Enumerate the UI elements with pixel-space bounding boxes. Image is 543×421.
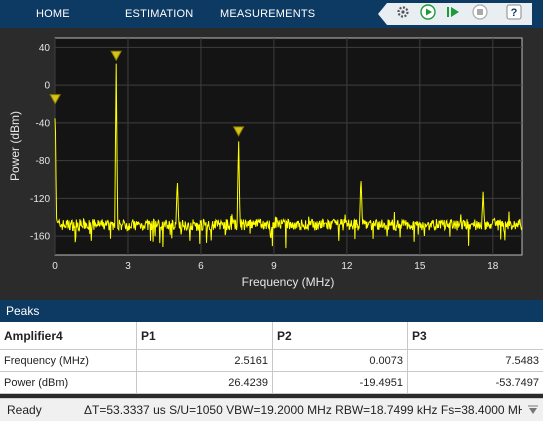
peaks-title: Peaks — [6, 304, 40, 318]
y-axis-label: Power (dBm) — [8, 111, 22, 181]
y-tick-label: -40 — [36, 118, 51, 129]
x-tick-label: 6 — [198, 261, 204, 272]
row-label: Frequency (MHz) — [0, 350, 137, 372]
x-tick-label: 12 — [341, 261, 353, 272]
x-tick-label: 3 — [125, 261, 131, 272]
y-tick-label: 0 — [44, 81, 50, 92]
spectrum-chart: 0 3 6 9 12 15 18 40 0 -40 -80 -120 -160 Frequency (M… — [8, 37, 523, 289]
tab-measurements[interactable]: MEASUREMENTS — [220, 0, 315, 28]
y-tick-label: -120 — [30, 194, 50, 205]
help-icon[interactable]: ? — [506, 4, 522, 20]
table-cell: -53.7497 — [408, 372, 543, 394]
table-cell: 26.4239 — [137, 372, 273, 394]
x-axis-label: Frequency (MHz) — [242, 275, 335, 289]
column-header: P3 — [408, 322, 543, 350]
table-cell: 0.0073 — [273, 350, 408, 372]
status-ready: Ready — [7, 403, 42, 417]
y-tick-label: 40 — [39, 43, 51, 54]
stop-icon[interactable] — [472, 4, 488, 20]
tab-home[interactable]: HOME — [36, 0, 70, 28]
status-bar: Ready ΔT=53.3337 us S/U=1050 VBW=19.2000… — [0, 398, 543, 421]
x-tick-label: 15 — [414, 261, 426, 272]
y-tick-label: -160 — [30, 232, 50, 243]
table-cell: 2.5161 — [137, 350, 273, 372]
peaks-table: Amplifier4 P1 P2 P3 Frequency (MHz) 2.51… — [0, 322, 543, 394]
peaks-panel-header: Peaks — [0, 300, 543, 322]
chevron-down-icon[interactable] — [527, 405, 539, 415]
tab-estimation[interactable]: ESTIMATION — [125, 0, 193, 28]
y-tick-label: -80 — [36, 156, 51, 167]
toolstrip: HOME ESTIMATION MEASUREMENTS ? — [0, 0, 543, 28]
column-header: P1 — [137, 322, 273, 350]
x-tick-label: 18 — [487, 261, 499, 272]
column-header: Amplifier4 — [0, 322, 137, 350]
status-info: ΔT=53.3337 us S/U=1050 VBW=19.2000 MHz R… — [84, 403, 522, 417]
run-icon[interactable] — [420, 4, 436, 20]
x-tick-label: 0 — [52, 261, 58, 272]
column-header: P2 — [273, 322, 408, 350]
row-label: Power (dBm) — [0, 372, 137, 394]
x-tick-label: 9 — [271, 261, 277, 272]
step-forward-icon[interactable] — [445, 4, 461, 20]
table-cell: -19.4951 — [273, 372, 408, 394]
spectrum-plot[interactable]: 0 3 6 9 12 15 18 40 0 -40 -80 -120 -160 Frequency (M… — [0, 28, 543, 298]
svg-text:?: ? — [511, 7, 518, 19]
table-cell: 7.5483 — [408, 350, 543, 372]
settings-icon[interactable] — [395, 4, 411, 20]
